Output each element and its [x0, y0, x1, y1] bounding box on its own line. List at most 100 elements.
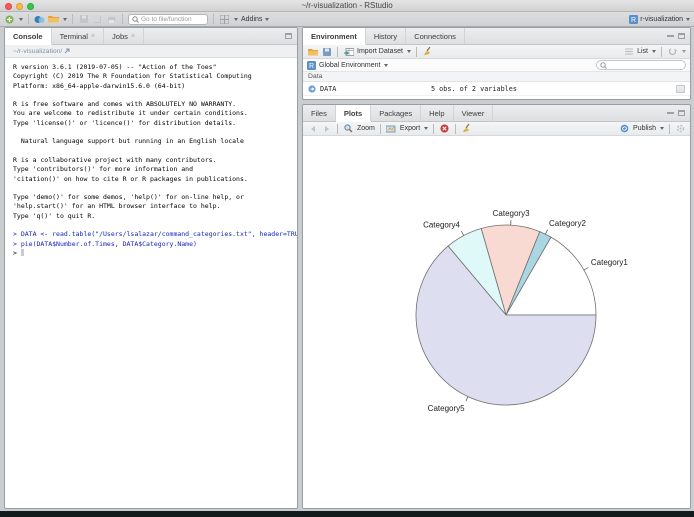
minimize-pane-icon[interactable]	[667, 112, 674, 114]
clear-objects-broom-icon[interactable]	[422, 46, 433, 57]
save-button[interactable]	[78, 14, 89, 25]
console-line: Copyright (C) 2019 The R Foundation for …	[13, 72, 252, 81]
print-button[interactable]	[106, 14, 117, 25]
environment-search-input[interactable]	[609, 61, 682, 69]
list-view-caret-icon[interactable]	[652, 50, 656, 53]
tab-files[interactable]: Files	[303, 105, 336, 121]
previous-plot-arrow-icon[interactable]	[307, 123, 318, 134]
maximize-pane-icon[interactable]	[678, 110, 685, 116]
tab-help[interactable]: Help	[421, 105, 454, 121]
maximize-pane-icon[interactable]	[285, 33, 292, 39]
refresh-caret-icon[interactable]	[682, 50, 686, 53]
remove-plot-icon[interactable]	[439, 123, 450, 134]
tab-viewer-label: Viewer	[461, 108, 485, 118]
toolbar-separator	[122, 14, 123, 24]
environment-scope-label[interactable]: Global Environment	[319, 62, 380, 69]
goto-file-input[interactable]	[141, 15, 204, 23]
search-icon	[600, 61, 607, 69]
open-recent-caret-icon[interactable]	[63, 17, 67, 21]
minimize-button[interactable]	[16, 3, 23, 10]
environment-object-row[interactable]: DATA 5 obs. of 2 variables	[303, 82, 690, 96]
publish-caret-icon[interactable]	[660, 127, 664, 130]
pie-label-tick	[545, 229, 548, 235]
import-dataset-caret-icon[interactable]	[406, 50, 411, 53]
open-directory-arrow-icon[interactable]	[64, 48, 70, 54]
console-path-bar: ~/r-visualization/	[5, 45, 297, 58]
zoom-plot-icon[interactable]	[343, 123, 354, 134]
tab-plots[interactable]: Plots	[335, 105, 372, 122]
object-name: DATA	[320, 84, 337, 93]
import-dataset-label[interactable]: Import Dataset	[357, 48, 403, 55]
tab-packages[interactable]: Packages	[371, 105, 422, 121]
export-caret-icon[interactable]	[424, 127, 429, 130]
console-line: Type 'license()' or 'licence()' for dist…	[13, 118, 237, 127]
toolbar-separator	[213, 14, 214, 24]
load-workspace-button[interactable]	[307, 46, 318, 57]
data-section-label: Data	[308, 73, 323, 80]
console-line: R is a collaborative project with many c…	[13, 155, 217, 164]
tab-help-label: Help	[429, 108, 445, 118]
open-file-button[interactable]	[48, 14, 59, 25]
list-view-label[interactable]: List	[637, 48, 648, 55]
console-output[interactable]: R version 3.6.1 (2019-07-05) -- "Action …	[5, 58, 297, 258]
tab-terminal[interactable]: Terminal ×	[52, 28, 105, 44]
tab-jobs[interactable]: Jobs ×	[104, 28, 144, 44]
addins-dropdown[interactable]: Addins	[241, 16, 270, 23]
window-title: ~/r-visualization - RStudio	[301, 1, 393, 10]
new-file-button[interactable]	[4, 14, 15, 25]
panes-layout-button[interactable]	[219, 14, 230, 25]
refresh-icon[interactable]	[667, 46, 678, 57]
list-view-icon[interactable]	[623, 46, 634, 57]
publish-label[interactable]: Publish	[633, 125, 656, 132]
toolbar-separator	[337, 123, 338, 134]
environment-scope-caret-icon[interactable]	[384, 63, 389, 67]
pie-label-tick	[583, 267, 589, 271]
tab-packages-label: Packages	[379, 108, 413, 118]
dataframe-icon[interactable]	[308, 84, 316, 93]
publish-icon[interactable]	[619, 123, 630, 134]
toolbar-separator	[661, 46, 662, 57]
tab-close-icon[interactable]: ×	[131, 33, 135, 40]
save-all-button[interactable]	[92, 14, 103, 25]
new-file-caret-icon[interactable]	[19, 17, 23, 21]
tab-history[interactable]: History	[366, 28, 407, 44]
environment-panel: Environment History Connections Import D…	[302, 27, 691, 100]
tab-console[interactable]: Console	[5, 28, 52, 45]
zoom-button[interactable]	[27, 3, 34, 10]
tab-environment[interactable]: Environment	[303, 28, 366, 45]
console-line: 'help.start()' for an HTML browser inter…	[13, 202, 221, 211]
console-line: R version 3.6.1 (2019-07-05) -- "Action …	[13, 63, 217, 71]
maximize-pane-icon[interactable]	[678, 33, 685, 39]
zoom-plot-label[interactable]: Zoom	[357, 125, 375, 132]
export-plot-icon[interactable]	[386, 123, 397, 134]
new-project-icon[interactable]	[34, 14, 45, 25]
next-plot-arrow-icon[interactable]	[321, 123, 332, 134]
environment-search[interactable]	[596, 60, 686, 70]
refresh-gear-icon[interactable]	[675, 123, 686, 134]
working-directory: ~/r-visualization/	[13, 47, 63, 55]
console-line: Type 'demo()' for some demos, 'help()' f…	[13, 193, 244, 202]
view-table-icon[interactable]	[676, 84, 685, 93]
tab-connections[interactable]: Connections	[406, 28, 465, 44]
toolbar-separator	[337, 46, 338, 57]
plots-toolbar: Zoom Export Publish	[303, 122, 690, 136]
close-button[interactable]	[5, 3, 12, 10]
console-panel: Console Terminal × Jobs × ~/r-visualizat…	[4, 27, 298, 509]
pie-label-tick	[465, 396, 469, 402]
clear-plots-broom-icon[interactable]	[461, 123, 472, 134]
goto-file-search[interactable]	[128, 13, 208, 25]
titlebar: ~/r-visualization - RStudio	[0, 0, 694, 12]
tab-close-icon[interactable]: ×	[91, 33, 95, 40]
import-dataset-icon[interactable]	[343, 46, 354, 57]
minimize-pane-icon[interactable]	[667, 35, 674, 37]
main-toolbar: Addins R r-visualization	[0, 12, 694, 27]
plot-area[interactable]: Category1 Category2 Category3 Category4 Cate…	[303, 137, 690, 508]
pie-chart: Category1 Category2 Category3 Category4 Cate…	[415, 209, 628, 413]
export-plot-label[interactable]: Export	[400, 125, 420, 132]
save-workspace-button[interactable]	[321, 46, 332, 57]
project-selector[interactable]: R r-visualization	[629, 14, 690, 24]
tab-viewer[interactable]: Viewer	[454, 105, 494, 121]
panes-caret-icon[interactable]	[234, 17, 238, 21]
